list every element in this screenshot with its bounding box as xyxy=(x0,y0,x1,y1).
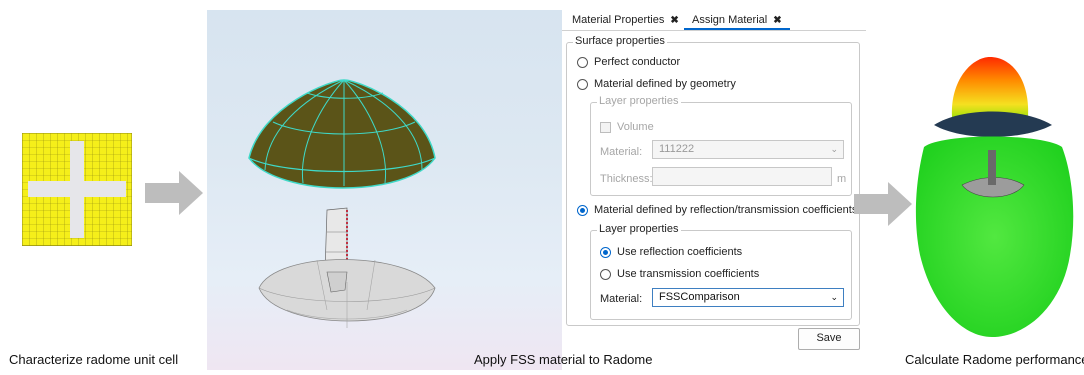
volume-label: Volume xyxy=(617,121,654,133)
tab-assign-material[interactable]: Assign Material ✖ xyxy=(684,11,790,30)
radio-reflection[interactable]: Use reflection coefficients xyxy=(600,246,742,258)
radio-button-selected[interactable] xyxy=(577,204,588,216)
radio-button-selected[interactable] xyxy=(600,246,611,258)
layer-properties-legend: Layer properties xyxy=(597,95,681,107)
radio-transmission[interactable]: Use transmission coefficients xyxy=(600,268,759,280)
arrow-right-icon xyxy=(145,171,203,215)
material-value: FSSComparison xyxy=(659,291,740,303)
volume-checkbox[interactable]: Volume xyxy=(600,121,654,133)
caption-apply-fss: Apply FSS material to Radome xyxy=(474,352,653,367)
material-select-disabled[interactable]: 111222 ⌄ xyxy=(652,140,844,159)
thickness-input[interactable] xyxy=(652,167,832,186)
arrow-right-icon xyxy=(854,182,912,226)
tab-label: Material Properties xyxy=(572,14,665,26)
unit-cell-mesh xyxy=(21,132,133,247)
radio-label: Material defined by reflection/transmiss… xyxy=(594,204,858,216)
chevron-down-icon: ⌄ xyxy=(830,292,838,302)
radome-scene xyxy=(248,79,436,328)
caption-calculate: Calculate Radome performance xyxy=(905,352,1084,367)
radio-button[interactable] xyxy=(577,56,588,68)
radome-dome xyxy=(248,79,436,189)
radio-label: Material defined by geometry xyxy=(594,78,736,90)
radio-label: Use reflection coefficients xyxy=(617,246,743,258)
tab-material-properties[interactable]: Material Properties ✖ xyxy=(572,11,679,29)
close-icon[interactable]: ✖ xyxy=(773,15,781,26)
thickness-label: Thickness: xyxy=(600,173,653,185)
tab-label: Assign Material xyxy=(692,14,768,26)
radio-button[interactable] xyxy=(600,268,611,280)
close-icon[interactable]: ✖ xyxy=(670,15,678,26)
unit-cell-image xyxy=(21,132,133,247)
checkbox-box[interactable] xyxy=(600,121,611,133)
radio-label: Perfect conductor xyxy=(594,56,681,68)
surface-properties-legend: Surface properties xyxy=(573,35,667,47)
material-value: 111222 xyxy=(659,143,695,155)
material-select[interactable]: FSSComparison ⌄ xyxy=(652,288,844,307)
chevron-down-icon: ⌄ xyxy=(830,144,838,154)
save-button[interactable]: Save xyxy=(798,328,860,350)
radio-material-geometry[interactable]: Material defined by geometry xyxy=(577,78,736,90)
radiation-pattern-image xyxy=(912,55,1077,340)
reflector-dish xyxy=(258,259,436,328)
radio-label: Use transmission coefficients xyxy=(617,268,760,280)
radio-button[interactable] xyxy=(577,78,588,90)
material-label: Material: xyxy=(600,293,643,305)
material-label-disabled: Material: xyxy=(600,146,643,158)
assign-material-panel: Material Properties ✖ Assign Material ✖ Su… xyxy=(562,10,866,370)
caption-characterize: Characterize radome unit cell xyxy=(9,352,179,367)
radio-perfect-conductor[interactable]: Perfect conductor xyxy=(577,56,680,68)
thickness-unit: m xyxy=(837,173,847,185)
3d-viewport[interactable] xyxy=(207,10,562,370)
layer-properties-legend: Layer properties xyxy=(597,223,681,235)
radiation-pattern xyxy=(915,57,1074,337)
radio-material-coefficients[interactable]: Material defined by reflection/transmiss… xyxy=(577,204,857,216)
